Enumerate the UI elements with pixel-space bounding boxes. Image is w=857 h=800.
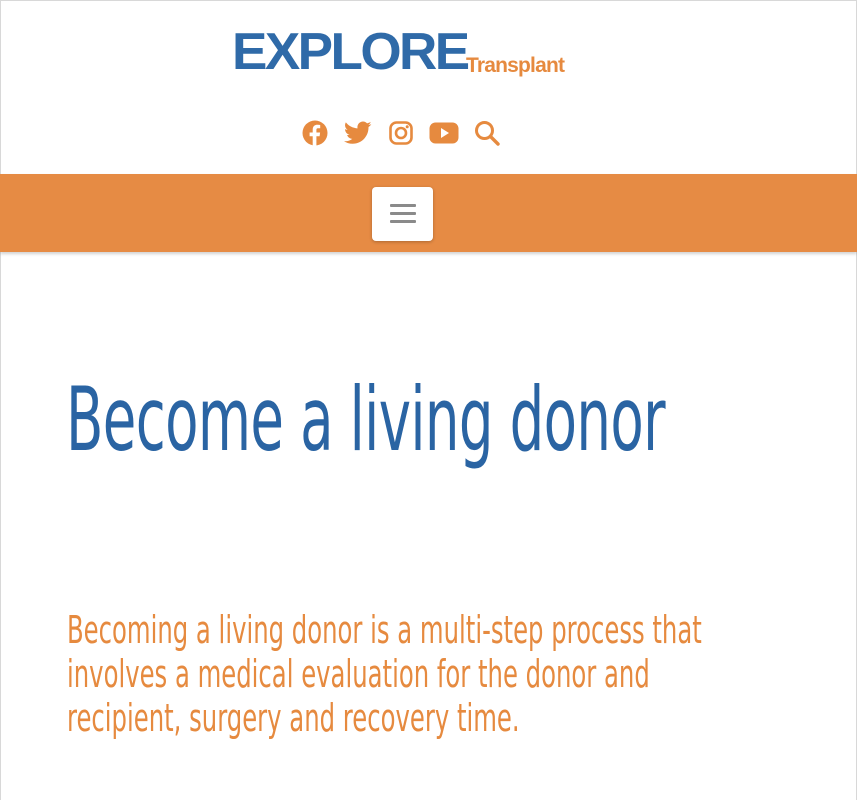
logo-main-text: EXPLORE	[232, 23, 470, 81]
youtube-icon[interactable]	[429, 118, 459, 148]
top-border	[0, 0, 857, 1]
twitter-icon[interactable]	[343, 118, 373, 148]
social-links	[300, 118, 515, 148]
facebook-icon[interactable]	[300, 118, 330, 148]
hamburger-menu-icon	[389, 204, 416, 224]
navigation-bar	[0, 174, 857, 252]
logo-sub-text: Transplant	[466, 54, 565, 77]
left-border	[0, 0, 1, 800]
menu-toggle-button[interactable]	[372, 187, 433, 241]
site-logo[interactable]: EXPLORE Transplant	[232, 22, 565, 81]
search-icon[interactable]	[472, 118, 502, 148]
page-title: Become a living donor	[66, 368, 666, 471]
page: EXPLORE Transplant Become a living donor…	[0, 0, 857, 800]
page-subtitle: Becoming a living donor is a multi-step …	[67, 608, 702, 740]
instagram-icon[interactable]	[386, 118, 416, 148]
